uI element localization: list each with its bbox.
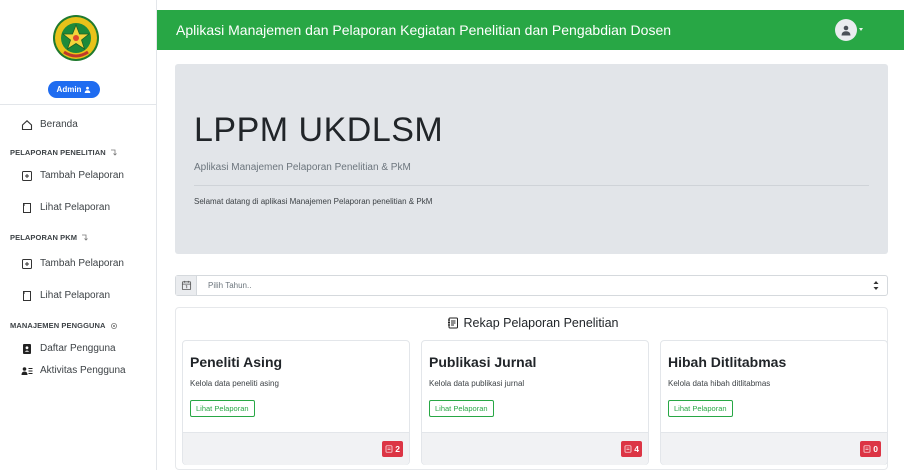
card-title: Peneliti Asing <box>190 354 283 370</box>
plus-square-icon <box>20 257 33 270</box>
count-badge: 0 <box>860 441 881 457</box>
sidebar-item-label: Aktivitas Pengguna <box>40 365 126 376</box>
file-icon <box>20 201 33 214</box>
home-icon <box>20 118 33 131</box>
divider <box>194 185 869 186</box>
count-value: 2 <box>395 444 400 454</box>
user-icon <box>85 86 91 93</box>
arrow-return-icon <box>110 149 117 156</box>
sidebar-item-label: Tambah Pelaporan <box>40 258 124 269</box>
arrow-return-icon <box>82 234 88 241</box>
card-publikasi-jurnal: Publikasi Jurnal Kelola data publikasi j… <box>421 340 649 465</box>
card-subtitle: Kelola data hibah ditlitabmas <box>668 379 771 388</box>
university-logo[interactable] <box>52 14 100 62</box>
welcome-text: Selamat datang di aplikasi Manajemen Pel… <box>194 197 433 206</box>
sidebar-item-label: Tambah Pelaporan <box>40 170 124 181</box>
section-label: PELAPORAN PKM <box>10 233 78 242</box>
sidebar-item-tambah-pkm[interactable]: Tambah Pelaporan <box>0 254 157 274</box>
file-icon <box>863 445 871 453</box>
sidebar-brand: Admin <box>0 0 156 105</box>
jumbotron: LPPM UKDLSM Aplikasi Manajemen Pelaporan… <box>175 64 888 254</box>
sidebar: Admin Beranda PELAPORAN PENELITIAN Tamba… <box>0 0 157 470</box>
sidebar-item-label: Beranda <box>40 119 78 130</box>
year-select[interactable]: Pilih Tahun.. <box>175 275 888 296</box>
admin-profile-button[interactable]: Admin <box>48 81 100 98</box>
rekap-title: Rekap Pelaporan Penelitian <box>176 316 889 330</box>
user-menu-button[interactable] <box>835 19 857 41</box>
sidebar-item-label: Lihat Pelaporan <box>40 202 111 213</box>
page-lead: Aplikasi Manajemen Pelaporan Penelitian … <box>194 162 411 173</box>
card-footer: 4 <box>422 432 648 465</box>
card-subtitle: Kelola data publikasi jurnal <box>429 379 525 388</box>
card-hibah-ditlitabmas: Hibah Ditlitabmas Kelola data hibah ditl… <box>660 340 888 465</box>
select-arrows-icon <box>873 281 879 290</box>
sidebar-item-label: Lihat Pelaporan <box>40 290 111 301</box>
file-icon <box>20 289 33 302</box>
caret-down-icon[interactable] <box>859 28 863 31</box>
users-list-icon <box>20 364 33 377</box>
plus-square-icon <box>20 169 33 182</box>
rekap-title-text: Rekap Pelaporan Penelitian <box>463 316 619 330</box>
section-pelaporan-pkm: PELAPORAN PKM <box>10 233 89 242</box>
lihat-pelaporan-button[interactable]: Lihat Pelaporan <box>190 400 255 417</box>
section-pelaporan-penelitian: PELAPORAN PENELITIAN <box>10 148 118 157</box>
section-manajemen-pengguna: MANAJEMEN PENGGUNA <box>10 321 118 330</box>
sidebar-item-aktivitas-pengguna[interactable]: Aktivitas Pengguna <box>0 361 157 381</box>
lihat-pelaporan-button[interactable]: Lihat Pelaporan <box>668 400 733 417</box>
sidebar-item-lihat-penelitian[interactable]: Lihat Pelaporan <box>0 198 157 218</box>
sidebar-item-lihat-pkm[interactable]: Lihat Pelaporan <box>0 286 157 306</box>
user-icon <box>841 25 851 36</box>
sidebar-item-tambah-penelitian[interactable]: Tambah Pelaporan <box>0 166 157 186</box>
count-value: 0 <box>873 444 878 454</box>
section-label: PELAPORAN PENELITIAN <box>10 148 106 157</box>
app-title: Aplikasi Manajemen dan Pelaporan Kegiata… <box>176 22 672 38</box>
top-navbar: Aplikasi Manajemen dan Pelaporan Kegiata… <box>157 10 904 50</box>
admin-label: Admin <box>56 85 82 94</box>
count-badge: 2 <box>382 441 403 457</box>
lihat-pelaporan-button[interactable]: Lihat Pelaporan <box>429 400 494 417</box>
section-label: MANAJEMEN PENGGUNA <box>10 321 106 330</box>
file-icon <box>624 445 632 453</box>
calendar-icon <box>176 276 197 295</box>
card-subtitle: Kelola data peneliti asing <box>190 379 279 388</box>
user-book-icon <box>20 342 33 355</box>
page-heading: LPPM UKDLSM <box>194 111 444 149</box>
card-title: Publikasi Jurnal <box>429 354 537 370</box>
card-footer: 0 <box>661 432 887 465</box>
card-peneliti-asing: Peneliti Asing Kelola data peneliti asin… <box>182 340 410 465</box>
journal-icon <box>447 317 458 329</box>
year-select-placeholder: Pilih Tahun.. <box>208 281 252 290</box>
gear-icon <box>110 322 117 329</box>
file-icon <box>385 445 393 453</box>
sidebar-item-beranda[interactable]: Beranda <box>0 115 157 135</box>
count-badge: 4 <box>621 441 642 457</box>
card-footer: 2 <box>183 432 409 465</box>
sidebar-item-daftar-pengguna[interactable]: Daftar Pengguna <box>0 339 157 359</box>
sidebar-item-label: Daftar Pengguna <box>40 343 116 354</box>
rekap-panel: Rekap Pelaporan Penelitian Peneliti Asin… <box>175 307 888 470</box>
count-value: 4 <box>634 444 639 454</box>
card-title: Hibah Ditlitabmas <box>668 354 787 370</box>
